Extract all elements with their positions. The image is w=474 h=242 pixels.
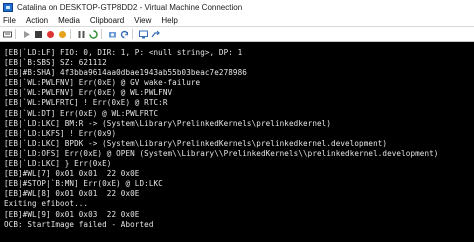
console-line: Exiting efiboot... [4,199,89,209]
console-line: [EB|`LD:LKC] BM:R -> (System\Library\Pre… [4,118,332,128]
console-line: [EB|`WL:DT] Err(0xE) @ WL:PWLFRTC [4,108,159,118]
title-bar: Catalina on DESKTOP-GTP8DD2 - Virtual Ma… [0,0,474,14]
menu-action[interactable]: Action [21,16,53,25]
console-line: [EB|`B:SBS] SZ: 621112 [4,58,107,68]
console-line: [EB|`LD:LKFS] ! Err(0x9) [4,128,117,138]
pause-icon[interactable] [77,30,86,39]
console-line: [EB]#WL[8] 0x01 0x01 22 0x0E [4,189,140,199]
toolbar-separator [101,29,102,39]
console-line: [EB|`LD:LF] FIO: 0, DIR: 1, P: <null str… [4,48,243,57]
start-icon[interactable] [22,30,31,39]
toolbar [0,27,474,42]
menu-view[interactable]: View [129,16,156,25]
vm-connection-window: Catalina on DESKTOP-GTP8DD2 - Virtual Ma… [0,0,474,242]
console-line: [EB]#WL[9] 0x01 0x03 22 0x0E [4,209,140,219]
reset-icon[interactable] [89,29,98,39]
console-line: [EB|`WL:PWLFNV] Err(0xE) @ WL:PWLFNV [4,88,173,98]
console-line: [EB|`LD:LKC] } Err(0xE) [4,159,112,169]
menu-file[interactable]: File [0,16,21,25]
console-line: [EB|#STOP|`B:MN] Err(0xE) @ LD:LKC [4,179,163,189]
vm-screen[interactable]: [EB|`LD:LF] FIO: 0, DIR: 1, P: <null str… [0,42,474,242]
revert-icon[interactable] [120,30,129,39]
console-line: [EB|`WL:PWLFNV] Err(0xE) @ GV wake-failu… [4,78,201,88]
share-icon[interactable] [151,30,160,39]
turn-off-icon[interactable] [34,30,43,39]
menu-clipboard[interactable]: Clipboard [85,16,129,25]
vm-connection-icon [3,2,13,12]
console-line: OCB: StartImage failed - Aborted [4,219,154,229]
console-line: [EB|#B:SHA] 4f3bba9614aa0dbae1943ab55b03… [4,68,247,78]
toolbar-separator [70,29,71,39]
menu-bar: File Action Media Clipboard View Help [0,14,474,27]
window-title: Catalina on DESKTOP-GTP8DD2 - Virtual Ma… [17,2,243,12]
toolbar-separator [15,29,16,39]
save-icon[interactable] [58,30,67,39]
enhanced-session-icon[interactable] [139,30,148,39]
checkpoint-icon[interactable] [108,30,117,39]
menu-help[interactable]: Help [156,16,182,25]
boot-console-output: [EB|`LD:LF] FIO: 0, DIR: 1, P: <null str… [0,42,474,230]
console-line: [EB|`LD:LKC] BPDK -> (System\Library\Pre… [4,138,388,148]
menu-media[interactable]: Media [53,16,85,25]
console-line: [EB|`LD:OFS] Err(0xE) @ OPEN (System\\Li… [4,148,439,158]
ctrl-alt-del-icon[interactable] [3,30,12,39]
console-line: [EB]#WL[7] 0x01 0x01 22 0x0E [4,169,140,179]
console-line: [EB|`WL:PWLFRTC] ! Err(0xE) @ RTC:R [4,98,168,108]
shutdown-icon[interactable] [46,30,55,39]
toolbar-separator [132,29,133,39]
